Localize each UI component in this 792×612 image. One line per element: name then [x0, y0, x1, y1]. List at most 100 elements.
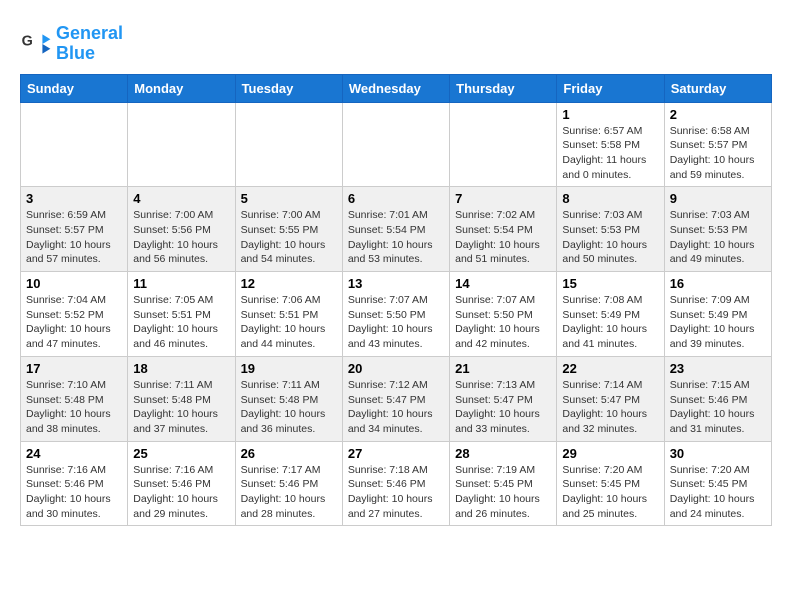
- day-cell: 10 Sunrise: 7:04 AM Sunset: 5:52 PM Dayli…: [21, 272, 128, 357]
- day-cell: [128, 102, 235, 187]
- day-number: 15: [562, 276, 658, 291]
- day-number: 6: [348, 191, 444, 206]
- day-cell: 15Sunrise: 7:08 AM Sunset: 5:49 PM Dayli…: [557, 272, 664, 357]
- day-number: 16: [670, 276, 766, 291]
- week-row-5: 24 Sunrise: 7:16 AM Sunset: 5:46 PM Dayli…: [21, 441, 772, 526]
- day-number: 10: [26, 276, 122, 291]
- svg-text:G: G: [22, 33, 33, 49]
- weekday-header-row: SundayMondayTuesdayWednesdayThursdayFrid…: [21, 74, 772, 102]
- day-info: Sunrise: 6:58 AM Sunset: 5:57 PM Dayligh…: [670, 124, 766, 183]
- logo-text2: Blue: [56, 44, 123, 64]
- day-number: 29: [562, 446, 658, 461]
- day-info: Sunrise: 7:09 AM Sunset: 5:49 PM Dayligh…: [670, 293, 766, 352]
- day-cell: 3 Sunrise: 6:59 AM Sunset: 5:57 PM Daylig…: [21, 187, 128, 272]
- day-number: 27: [348, 446, 444, 461]
- day-info: Sunrise: 7:04 AM Sunset: 5:52 PM Dayligh…: [26, 293, 122, 352]
- day-cell: 16 Sunrise: 7:09 AM Sunset: 5:49 PM Dayli…: [664, 272, 771, 357]
- day-cell: 19Sunrise: 7:11 AM Sunset: 5:48 PM Dayli…: [235, 356, 342, 441]
- day-cell: 28 Sunrise: 7:19 AM Sunset: 5:45 PM Dayli…: [450, 441, 557, 526]
- day-cell: 4 Sunrise: 7:00 AM Sunset: 5:56 PM Daylig…: [128, 187, 235, 272]
- day-number: 26: [241, 446, 337, 461]
- day-info: Sunrise: 7:02 AM Sunset: 5:54 PM Dayligh…: [455, 208, 551, 267]
- day-cell: 1Sunrise: 6:57 AM Sunset: 5:58 PM Daylig…: [557, 102, 664, 187]
- calendar-table: SundayMondayTuesdayWednesdayThursdayFrid…: [20, 74, 772, 527]
- day-cell: 25 Sunrise: 7:16 AM Sunset: 5:46 PM Dayli…: [128, 441, 235, 526]
- day-cell: 7 Sunrise: 7:02 AM Sunset: 5:54 PM Daylig…: [450, 187, 557, 272]
- day-number: 17: [26, 361, 122, 376]
- day-cell: [21, 102, 128, 187]
- day-cell: 11Sunrise: 7:05 AM Sunset: 5:51 PM Dayli…: [128, 272, 235, 357]
- week-row-4: 17 Sunrise: 7:10 AM Sunset: 5:48 PM Dayli…: [21, 356, 772, 441]
- day-cell: 6 Sunrise: 7:01 AM Sunset: 5:54 PM Daylig…: [342, 187, 449, 272]
- day-number: 5: [241, 191, 337, 206]
- day-number: 4: [133, 191, 229, 206]
- day-cell: 21Sunrise: 7:13 AM Sunset: 5:47 PM Dayli…: [450, 356, 557, 441]
- day-info: Sunrise: 6:59 AM Sunset: 5:57 PM Dayligh…: [26, 208, 122, 267]
- day-cell: 13 Sunrise: 7:07 AM Sunset: 5:50 PM Dayli…: [342, 272, 449, 357]
- day-cell: 20 Sunrise: 7:12 AM Sunset: 5:47 PM Dayli…: [342, 356, 449, 441]
- day-cell: 26 Sunrise: 7:17 AM Sunset: 5:46 PM Dayli…: [235, 441, 342, 526]
- day-number: 24: [26, 446, 122, 461]
- day-info: Sunrise: 7:10 AM Sunset: 5:48 PM Dayligh…: [26, 378, 122, 437]
- day-number: 3: [26, 191, 122, 206]
- day-number: 13: [348, 276, 444, 291]
- day-info: Sunrise: 7:00 AM Sunset: 5:55 PM Dayligh…: [241, 208, 337, 267]
- day-cell: 12Sunrise: 7:06 AM Sunset: 5:51 PM Dayli…: [235, 272, 342, 357]
- day-info: Sunrise: 7:12 AM Sunset: 5:47 PM Dayligh…: [348, 378, 444, 437]
- day-cell: 24 Sunrise: 7:16 AM Sunset: 5:46 PM Dayli…: [21, 441, 128, 526]
- day-number: 20: [348, 361, 444, 376]
- day-info: Sunrise: 7:15 AM Sunset: 5:46 PM Dayligh…: [670, 378, 766, 437]
- day-info: Sunrise: 7:16 AM Sunset: 5:46 PM Dayligh…: [26, 463, 122, 522]
- day-cell: [235, 102, 342, 187]
- weekday-header-wednesday: Wednesday: [342, 74, 449, 102]
- day-cell: 29 Sunrise: 7:20 AM Sunset: 5:45 PM Dayli…: [557, 441, 664, 526]
- day-number: 30: [670, 446, 766, 461]
- day-number: 25: [133, 446, 229, 461]
- day-number: 7: [455, 191, 551, 206]
- day-number: 22: [562, 361, 658, 376]
- weekday-header-monday: Monday: [128, 74, 235, 102]
- weekday-header-sunday: Sunday: [21, 74, 128, 102]
- day-cell: 30 Sunrise: 7:20 AM Sunset: 5:45 PM Dayli…: [664, 441, 771, 526]
- day-number: 18: [133, 361, 229, 376]
- day-info: Sunrise: 7:20 AM Sunset: 5:45 PM Dayligh…: [562, 463, 658, 522]
- logo-icon: G: [20, 28, 52, 60]
- day-cell: [342, 102, 449, 187]
- week-row-2: 3 Sunrise: 6:59 AM Sunset: 5:57 PM Daylig…: [21, 187, 772, 272]
- weekday-header-thursday: Thursday: [450, 74, 557, 102]
- day-info: Sunrise: 7:16 AM Sunset: 5:46 PM Dayligh…: [133, 463, 229, 522]
- day-cell: 22Sunrise: 7:14 AM Sunset: 5:47 PM Dayli…: [557, 356, 664, 441]
- day-info: Sunrise: 7:19 AM Sunset: 5:45 PM Dayligh…: [455, 463, 551, 522]
- page-header: G General Blue: [20, 20, 772, 64]
- day-cell: 18 Sunrise: 7:11 AM Sunset: 5:48 PM Dayli…: [128, 356, 235, 441]
- day-info: Sunrise: 7:17 AM Sunset: 5:46 PM Dayligh…: [241, 463, 337, 522]
- day-info: Sunrise: 7:07 AM Sunset: 5:50 PM Dayligh…: [348, 293, 444, 352]
- day-number: 23: [670, 361, 766, 376]
- weekday-header-tuesday: Tuesday: [235, 74, 342, 102]
- day-info: Sunrise: 7:00 AM Sunset: 5:56 PM Dayligh…: [133, 208, 229, 267]
- day-cell: 8Sunrise: 7:03 AM Sunset: 5:53 PM Daylig…: [557, 187, 664, 272]
- day-info: Sunrise: 6:57 AM Sunset: 5:58 PM Dayligh…: [562, 124, 658, 183]
- day-info: Sunrise: 7:18 AM Sunset: 5:46 PM Dayligh…: [348, 463, 444, 522]
- day-info: Sunrise: 7:11 AM Sunset: 5:48 PM Dayligh…: [133, 378, 229, 437]
- week-row-1: 1Sunrise: 6:57 AM Sunset: 5:58 PM Daylig…: [21, 102, 772, 187]
- day-number: 14: [455, 276, 551, 291]
- day-cell: 2 Sunrise: 6:58 AM Sunset: 5:57 PM Daylig…: [664, 102, 771, 187]
- weekday-header-saturday: Saturday: [664, 74, 771, 102]
- day-number: 19: [241, 361, 337, 376]
- day-info: Sunrise: 7:13 AM Sunset: 5:47 PM Dayligh…: [455, 378, 551, 437]
- day-info: Sunrise: 7:01 AM Sunset: 5:54 PM Dayligh…: [348, 208, 444, 267]
- day-number: 28: [455, 446, 551, 461]
- day-number: 2: [670, 107, 766, 122]
- day-info: Sunrise: 7:07 AM Sunset: 5:50 PM Dayligh…: [455, 293, 551, 352]
- day-info: Sunrise: 7:20 AM Sunset: 5:45 PM Dayligh…: [670, 463, 766, 522]
- weekday-header-friday: Friday: [557, 74, 664, 102]
- day-number: 8: [562, 191, 658, 206]
- day-cell: 27 Sunrise: 7:18 AM Sunset: 5:46 PM Dayli…: [342, 441, 449, 526]
- week-row-3: 10 Sunrise: 7:04 AM Sunset: 5:52 PM Dayli…: [21, 272, 772, 357]
- day-cell: 17 Sunrise: 7:10 AM Sunset: 5:48 PM Dayli…: [21, 356, 128, 441]
- logo-text: General: [56, 24, 123, 44]
- day-number: 12: [241, 276, 337, 291]
- day-number: 9: [670, 191, 766, 206]
- day-cell: [450, 102, 557, 187]
